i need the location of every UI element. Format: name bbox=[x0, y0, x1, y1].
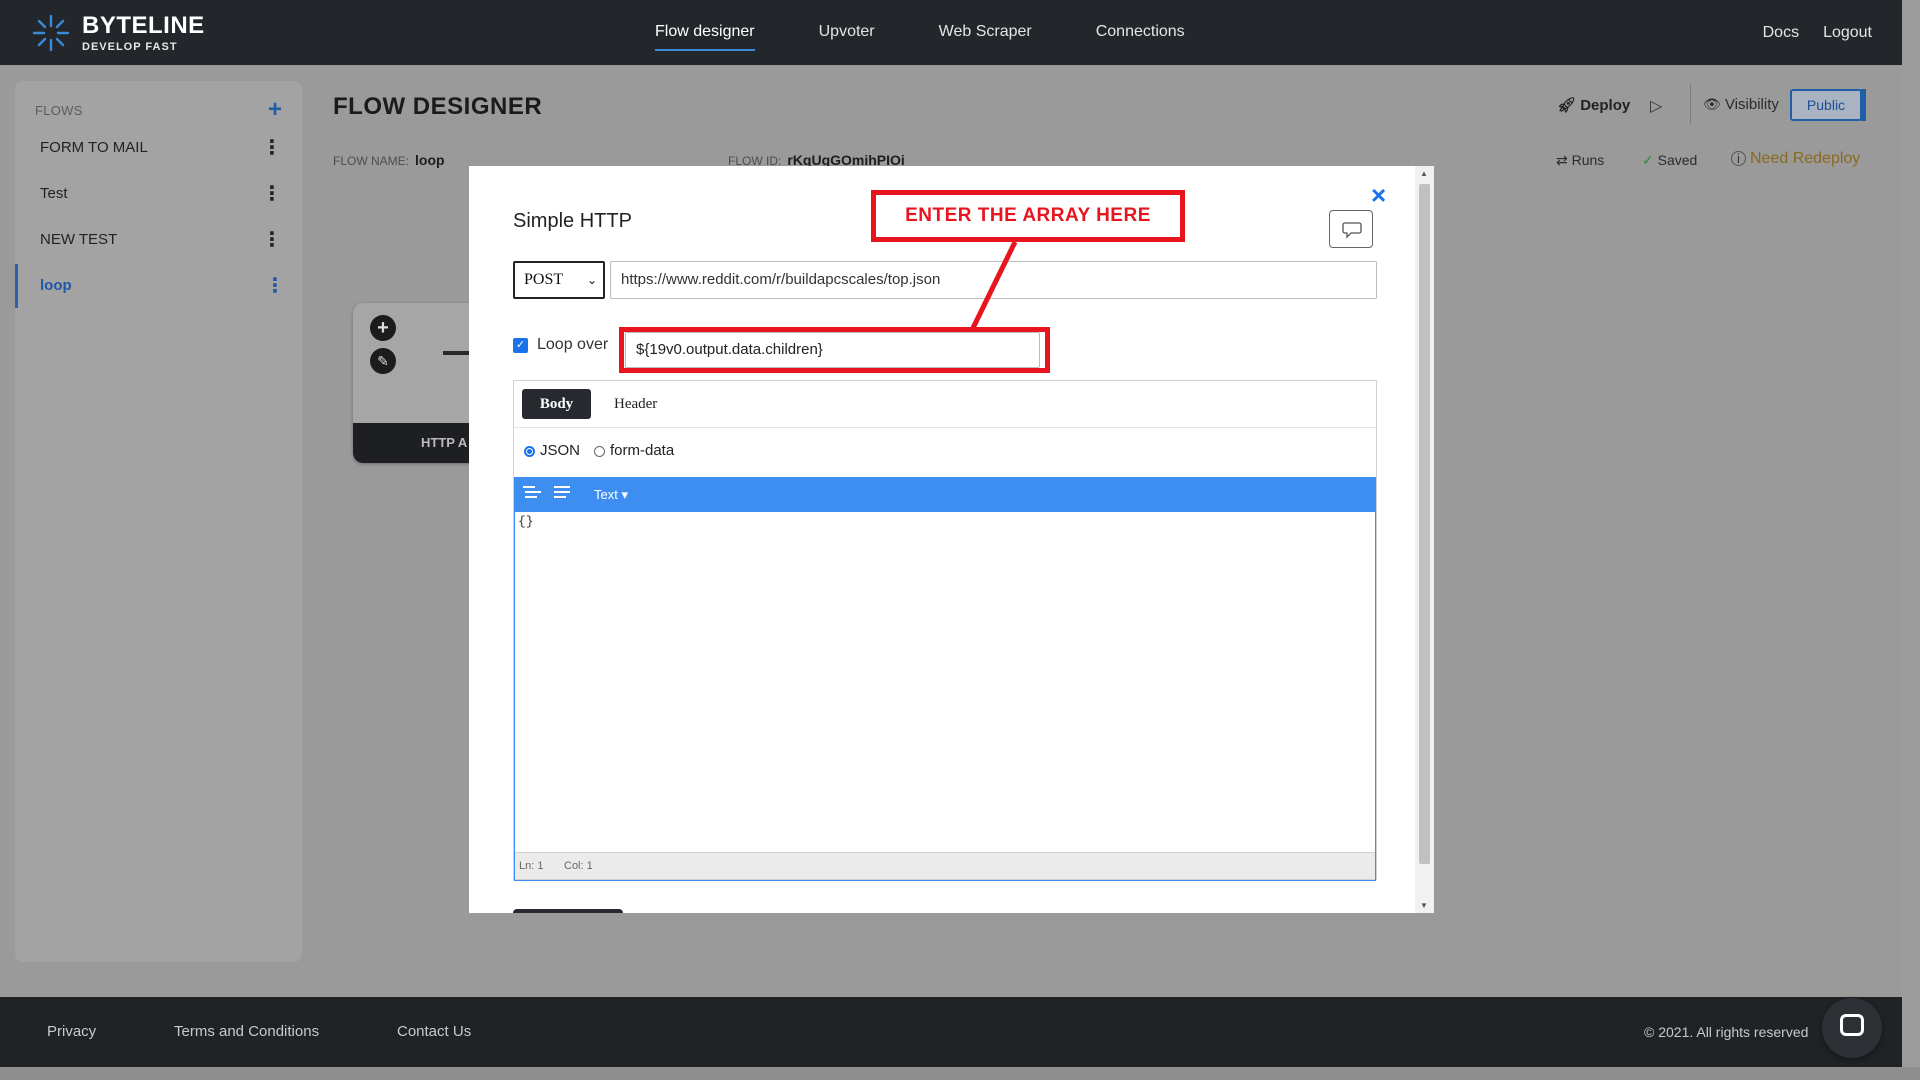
brand-name: BYTELINE bbox=[82, 11, 205, 39]
saved-label: Saved bbox=[1657, 152, 1698, 168]
run-flow-button[interactable]: ▷ bbox=[1650, 96, 1662, 116]
line-indicator: Ln: 1 bbox=[519, 860, 544, 872]
scrollbar-thumb[interactable] bbox=[1419, 184, 1430, 864]
sidebar-item-label: NEW TEST bbox=[40, 231, 118, 248]
tab-header[interactable]: Header bbox=[614, 389, 657, 419]
check-icon: ✓ bbox=[1642, 152, 1654, 168]
info-icon: i bbox=[1731, 151, 1746, 166]
divider bbox=[514, 427, 1376, 428]
nav-right: Docs Logout bbox=[1739, 0, 1872, 65]
nav-docs[interactable]: Docs bbox=[1763, 0, 1799, 65]
sidebar-item-label: loop bbox=[40, 277, 72, 294]
footer-contact-link[interactable]: Contact Us bbox=[397, 997, 471, 1067]
add-flow-button[interactable]: + bbox=[268, 96, 282, 124]
json-radio-label: JSON bbox=[540, 442, 581, 459]
byteline-logo-icon bbox=[32, 14, 70, 52]
kebab-menu-icon[interactable]: ⋮ bbox=[262, 126, 282, 170]
scroll-down-icon[interactable]: ▼ bbox=[1420, 901, 1428, 910]
page-scrollbar[interactable] bbox=[1902, 0, 1920, 1080]
sidebar-item-test[interactable]: Test ⋮ bbox=[15, 172, 302, 216]
form-data-radio[interactable] bbox=[594, 446, 605, 457]
editor-mode-dropdown[interactable]: Text ▾ bbox=[594, 477, 628, 512]
play-icon: ▷ bbox=[1650, 98, 1663, 115]
need-redeploy-label: Need Redeploy bbox=[1750, 150, 1861, 167]
swap-arrows-icon: ⇄ bbox=[1556, 152, 1568, 168]
flow-name-label: FLOW NAME: bbox=[333, 154, 410, 168]
tab-body[interactable]: Body bbox=[522, 389, 591, 419]
top-navbar: BYTELINE DEVELOP FAST Flow designer Upvo… bbox=[0, 0, 1902, 65]
nav-upvoter[interactable]: Upvoter bbox=[819, 0, 875, 65]
format-json-icon[interactable] bbox=[523, 486, 541, 502]
bottom-strip bbox=[0, 1067, 1920, 1080]
visibility-toggle[interactable]: 👁︎ Visibility bbox=[1703, 96, 1779, 113]
kebab-menu-icon[interactable]: ⋮ bbox=[262, 218, 282, 262]
visibility-label: Visibility bbox=[1724, 96, 1779, 113]
annotation-callout: ENTER THE ARRAY HERE bbox=[871, 190, 1185, 242]
body-code-editor[interactable]: {} bbox=[514, 512, 1376, 854]
sidebar-item-loop[interactable]: loop ⋮ bbox=[15, 264, 305, 308]
editor-toolbar: Text ▾ bbox=[514, 477, 1376, 512]
toolbar-divider bbox=[1690, 84, 1691, 124]
flows-sidebar: FLOWS + FORM TO MAIL ⋮ Test ⋮ NEW TEST ⋮… bbox=[15, 81, 302, 962]
editor-status-bar: Ln: 1 Col: 1 bbox=[514, 852, 1376, 879]
nav-connections[interactable]: Connections bbox=[1096, 0, 1185, 65]
annotation-highlight-box bbox=[619, 327, 1050, 373]
compact-json-icon[interactable] bbox=[554, 486, 572, 502]
public-button[interactable]: Public bbox=[1790, 89, 1866, 121]
plus-icon[interactable]: + bbox=[370, 315, 396, 341]
sidebar-item-form-to-mail[interactable]: FORM TO MAIL ⋮ bbox=[15, 126, 302, 170]
deploy-button[interactable]: 🚀︎ Deploy bbox=[1557, 96, 1630, 114]
runs-label: Runs bbox=[1571, 152, 1605, 168]
chat-launcher-button[interactable] bbox=[1822, 998, 1882, 1058]
sidebar-item-label: Test bbox=[40, 185, 68, 202]
request-editor-panel: Body Header JSON form-data Text ▾ {} Ln:… bbox=[513, 380, 1377, 881]
brand-tagline: DEVELOP FAST bbox=[82, 40, 178, 53]
footer-copyright: © 2021. All rights reserved bbox=[1644, 1024, 1809, 1040]
kebab-menu-icon[interactable]: ⋮ bbox=[265, 264, 285, 308]
chat-icon bbox=[1840, 1014, 1864, 1036]
nav-web-scraper[interactable]: Web Scraper bbox=[939, 0, 1032, 65]
need-redeploy-status: i Need Redeploy bbox=[1731, 150, 1860, 168]
brand-logo[interactable]: BYTELINE DEVELOP FAST bbox=[30, 10, 205, 56]
footer-privacy-link[interactable]: Privacy bbox=[47, 997, 96, 1067]
modal-scrollbar[interactable]: ▲ ▼ bbox=[1415, 166, 1434, 913]
form-data-radio-label: form-data bbox=[610, 442, 675, 459]
flow-name-value: loop bbox=[415, 152, 445, 168]
sidebar-item-label: FORM TO MAIL bbox=[40, 139, 148, 156]
main-nav: Flow designer Upvoter Web Scraper Connec… bbox=[655, 0, 1249, 65]
footer-terms-link[interactable]: Terms and Conditions bbox=[174, 997, 319, 1067]
eye-slash-icon: 👁︎ bbox=[1703, 96, 1721, 112]
page-title: FLOW DESIGNER bbox=[333, 93, 543, 120]
modal-save-button[interactable] bbox=[513, 909, 623, 913]
nav-logout[interactable]: Logout bbox=[1823, 0, 1872, 65]
runs-link[interactable]: ⇄ Runs bbox=[1556, 152, 1604, 169]
column-indicator: Col: 1 bbox=[564, 860, 593, 872]
sidebar-title: FLOWS bbox=[35, 103, 83, 118]
flow-name-meta: FLOW NAME: loop bbox=[333, 152, 445, 168]
editor-content: {} bbox=[518, 514, 534, 529]
kebab-menu-icon[interactable]: ⋮ bbox=[262, 172, 282, 216]
deploy-label: Deploy bbox=[1580, 97, 1631, 114]
nav-flow-designer[interactable]: Flow designer bbox=[655, 0, 755, 65]
pencil-icon[interactable]: ✎ bbox=[370, 348, 396, 374]
page-footer: Privacy Terms and Conditions Contact Us … bbox=[0, 997, 1902, 1067]
json-radio[interactable] bbox=[524, 446, 535, 457]
saved-status: ✓ Saved bbox=[1642, 152, 1697, 169]
simple-http-modal: Simple HTTP × POST ⌄ https://www.reddit.… bbox=[469, 166, 1434, 913]
rocket-icon: 🚀︎ bbox=[1557, 97, 1577, 114]
scroll-up-icon[interactable]: ▲ bbox=[1420, 169, 1428, 178]
sidebar-item-new-test[interactable]: NEW TEST ⋮ bbox=[15, 218, 302, 262]
sidebar-header: FLOWS + bbox=[35, 96, 282, 126]
